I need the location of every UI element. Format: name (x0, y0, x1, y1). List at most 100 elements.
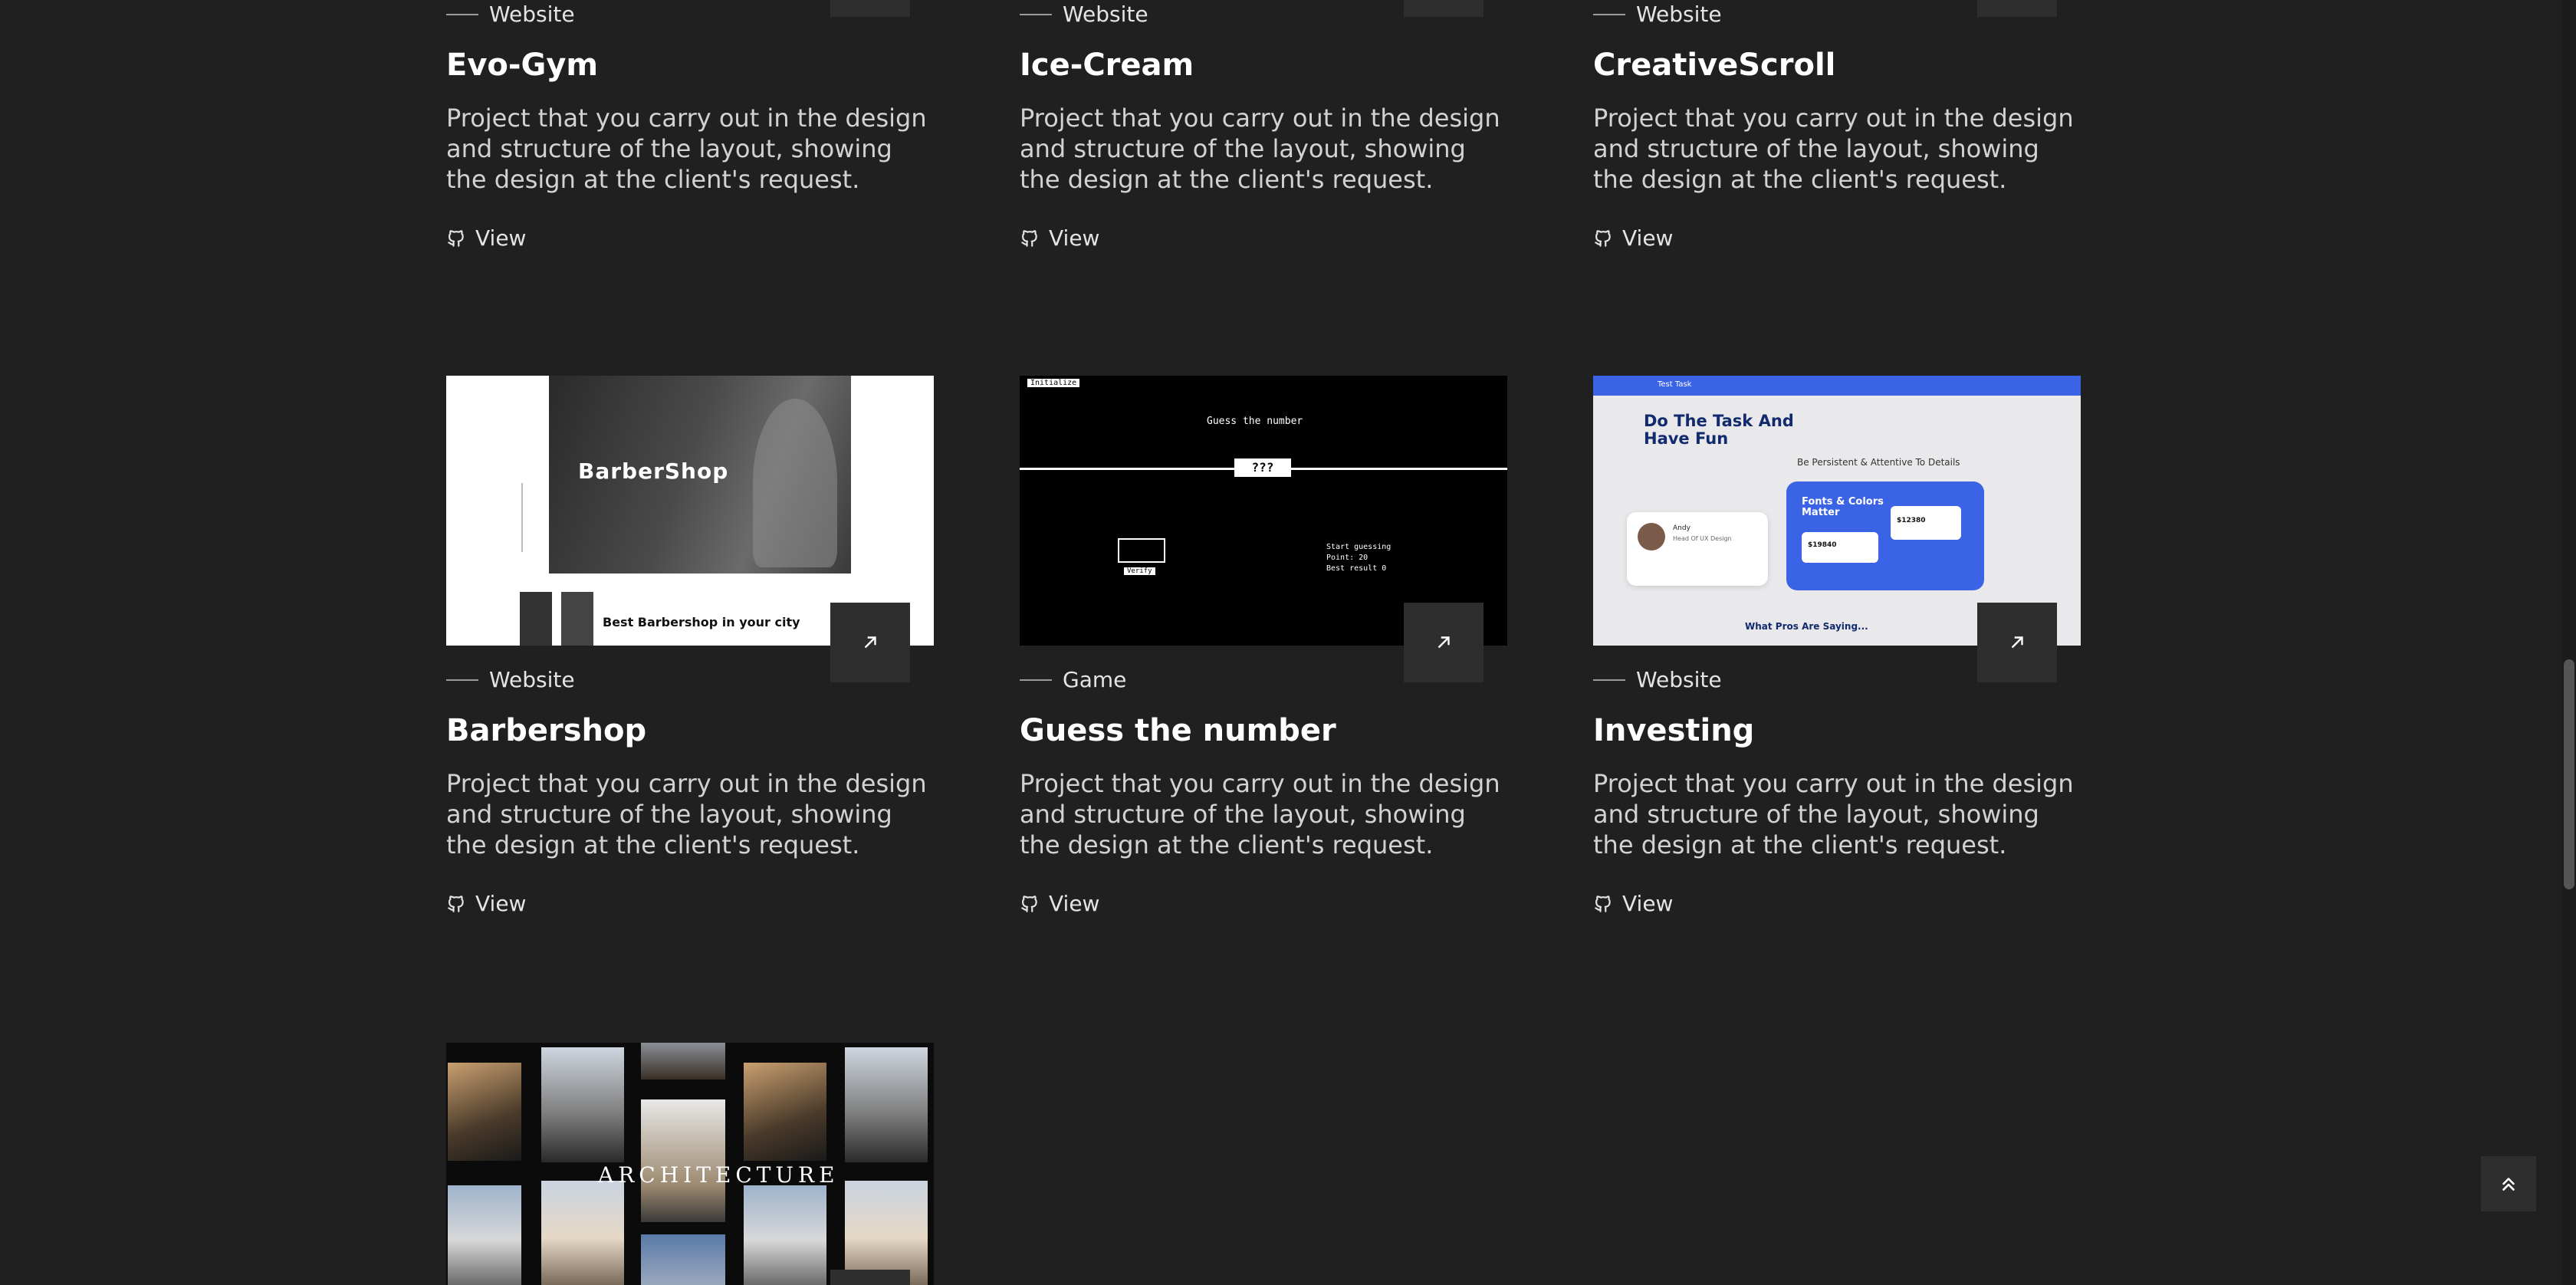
building-image (744, 1063, 826, 1161)
building-image (744, 1185, 826, 1285)
project-title: Guess the number (1020, 713, 1336, 748)
view-link[interactable]: View (446, 225, 526, 251)
category-line (1020, 13, 1052, 15)
view-label: View (475, 225, 527, 251)
project-title: Investing (1593, 713, 1755, 748)
investing-brand: Test Task (1658, 380, 1692, 389)
game-best: Best result 0 (1326, 564, 1387, 573)
barber-section-title: Best Barbershop in your city (603, 615, 800, 629)
person-role: Head Of UX Design (1673, 535, 1732, 542)
category-row: Website (446, 2, 575, 27)
building-image (448, 1185, 521, 1285)
investing-tagline: Be Persistent & Attentive To Details (1797, 457, 1960, 468)
view-label: View (475, 891, 527, 916)
barber-sidebar (521, 483, 523, 552)
view-label: View (1049, 225, 1100, 251)
open-project-button[interactable] (1404, 0, 1484, 17)
arrow-up-right-icon (864, 636, 876, 649)
project-category: Website (1636, 2, 1722, 27)
category-row: Game (1020, 667, 1126, 692)
category-row: Website (1593, 667, 1722, 692)
feature-panel: Fonts & Colors Matter $12380 $19840 (1786, 481, 1984, 590)
building-image (641, 1099, 725, 1222)
avatar (1638, 523, 1665, 550)
barber-gallery-image (520, 592, 552, 646)
price-value: $12380 (1897, 517, 1926, 524)
view-link[interactable]: View (1020, 891, 1099, 916)
price-card: $19840 (1802, 532, 1878, 563)
verify-button: Verify (1124, 567, 1155, 575)
project-description: Project that you carry out in the design… (1020, 769, 1500, 859)
category-line (446, 679, 478, 681)
investing-footer: What Pros Are Saying... (1745, 621, 1868, 632)
github-icon (448, 229, 464, 247)
github-icon (1021, 895, 1037, 912)
building-image (448, 1063, 521, 1161)
scrollbar-thumb[interactable] (2564, 659, 2574, 889)
category-line (446, 13, 478, 15)
view-label: View (1049, 891, 1100, 916)
barber-gallery-image (561, 592, 593, 646)
category-row: Website (446, 667, 575, 692)
project-category: Website (1063, 2, 1148, 27)
building-image (541, 1181, 624, 1285)
project-title: Ice-Cream (1020, 48, 1194, 83)
open-project-button[interactable] (830, 1270, 910, 1285)
view-link[interactable]: View (1593, 891, 1673, 916)
view-link[interactable]: View (1020, 225, 1099, 251)
project-description: Project that you carry out in the design… (1020, 104, 1500, 194)
open-project-button[interactable] (1977, 603, 2057, 682)
open-project-button[interactable] (1977, 0, 2057, 17)
initialize-button: Initialize (1027, 379, 1080, 387)
view-label: View (1622, 891, 1674, 916)
project-category: Game (1063, 667, 1127, 692)
project-title: Evo-Gym (446, 48, 599, 83)
project-title: CreativeScroll (1593, 48, 1836, 83)
open-project-button[interactable] (1404, 603, 1484, 682)
project-description: Project that you carry out in the design… (446, 104, 927, 194)
github-icon (1021, 229, 1037, 247)
mystery-number: ??? (1234, 458, 1291, 477)
view-link[interactable]: View (446, 891, 526, 916)
investing-topbar: Test Task (1593, 376, 2081, 396)
game-points: Point: 20 (1326, 554, 1368, 562)
view-label: View (1622, 225, 1674, 251)
game-status: Start guessing (1326, 543, 1392, 551)
arrow-up-right-icon (2011, 636, 2023, 649)
view-link[interactable]: View (1593, 225, 1673, 251)
category-line (1020, 679, 1052, 681)
panel-title: Fonts & Colors Matter (1802, 496, 1884, 518)
testimonial-card: Andy Head Of UX Design (1627, 512, 1768, 586)
category-line (1593, 679, 1625, 681)
building-image (541, 1047, 624, 1162)
category-line (1593, 13, 1625, 15)
building-image (641, 1043, 725, 1080)
investing-headline: Do The Task And Have Fun (1644, 412, 1794, 448)
open-project-button[interactable] (830, 0, 910, 17)
project-thumbnail[interactable]: ARCHITECTURE (446, 1043, 934, 1285)
scrollbar-track[interactable] (2562, 0, 2576, 1285)
person-name: Andy (1673, 524, 1691, 532)
project-title: Barbershop (446, 713, 647, 748)
game-heading: Guess the number (1207, 416, 1303, 427)
project-description: Project that you carry out in the design… (1593, 769, 2074, 859)
back-to-top-button[interactable] (2481, 1156, 2536, 1211)
architecture-title: ARCHITECTURE (598, 1162, 840, 1188)
open-project-button[interactable] (830, 603, 910, 682)
project-category: Website (489, 2, 575, 27)
project-description: Project that you carry out in the design… (446, 769, 927, 859)
guess-input (1118, 538, 1165, 563)
project-category: Website (489, 667, 575, 692)
price-value: $19840 (1808, 541, 1837, 549)
github-icon (1595, 229, 1611, 247)
project-description: Project that you carry out in the design… (1593, 104, 2074, 194)
category-row: Website (1020, 2, 1148, 27)
building-image (845, 1047, 928, 1162)
project-category: Website (1636, 667, 1722, 692)
double-chevron-up-icon (2502, 1178, 2515, 1191)
github-icon (1595, 895, 1611, 912)
arrow-up-right-icon (1438, 636, 1450, 649)
category-row: Website (1593, 2, 1722, 27)
building-image (641, 1234, 725, 1285)
barber-hero-title: BarberShop (578, 458, 729, 484)
